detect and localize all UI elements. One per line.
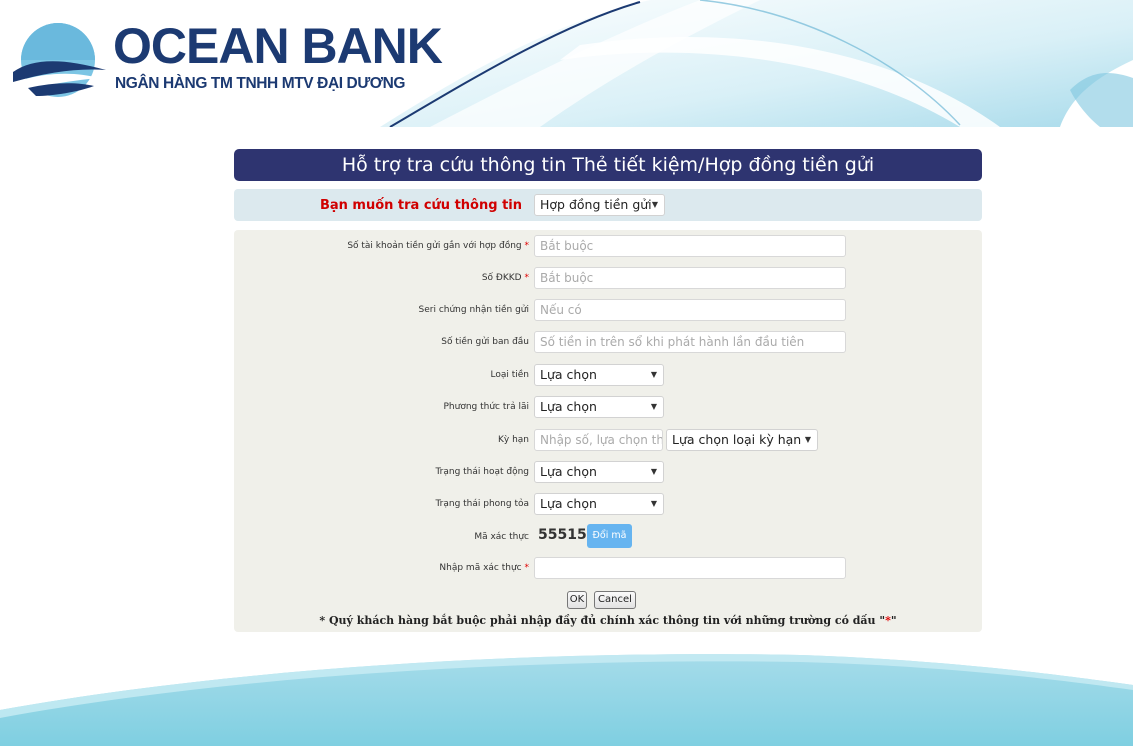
row-captcha: Mã xác thực 555156 Đổi mã [234,524,982,550]
term-label: Kỳ hạn [497,435,529,445]
interest-method-select[interactable]: Lựa chọn ▼ [534,396,664,418]
ok-button[interactable]: OK [567,591,587,609]
captcha-input-label: Nhập mã xác thực * [439,563,530,573]
chevron-down-icon: ▼ [650,499,657,508]
chevron-down-icon: ▼ [804,435,811,444]
currency-select[interactable]: Lựa chọn ▼ [534,364,664,386]
term-type-select[interactable]: Lựa chọn loại kỳ hạn ▼ [666,429,818,451]
activity-status-select[interactable]: Lựa chọn ▼ [534,461,664,483]
activity-status-label: Trạng thái hoạt động [435,467,529,477]
refresh-captcha-button[interactable]: Đổi mã [587,524,632,548]
initial-amount-label: Số tiền gửi ban đầu [441,337,529,347]
row-certificate-serial: Seri chứng nhận tiền gửi Nếu có [234,299,982,323]
row-initial-amount: Số tiền gửi ban đầu Số tiền in trên sổ k… [234,331,982,355]
row-account-number: Số tài khoản tiền gửi gắn với hợp đồng *… [234,235,982,259]
row-business-reg: Số ĐKKD * Bắt buộc [234,267,982,291]
lookup-type-label: Bạn muốn tra cứu thông tin [319,198,522,213]
currency-label: Loại tiền [490,370,529,380]
business-reg-label: Số ĐKKD * [481,273,530,283]
account-number-input[interactable]: Bắt buộc [534,235,846,257]
initial-amount-input[interactable]: Số tiền in trên sổ khi phát hành lần đầu… [534,331,846,353]
required-note: * Quý khách hàng bắt buộc phải nhập đầy … [319,614,897,627]
row-interest-method: Phương thức trả lãi Lựa chọn ▼ [234,396,982,420]
row-captcha-input: Nhập mã xác thực * [234,557,982,581]
certificate-serial-input[interactable]: Nếu có [534,299,846,321]
block-status-select[interactable]: Lựa chọn ▼ [534,493,664,515]
lookup-form: Số tài khoản tiền gửi gắn với hợp đồng *… [234,230,982,632]
brand-subtitle: NGÂN HÀNG TM TNHH MTV ĐẠI DƯƠNG [115,75,406,92]
row-block-status: Trạng thái phong tỏa Lựa chọn ▼ [234,493,982,517]
interest-method-label: Phương thức trả lãi [443,402,530,412]
certificate-serial-label: Seri chứng nhận tiền gửi [418,305,529,315]
cancel-button[interactable]: Cancel [594,591,636,609]
block-status-label: Trạng thái phong tỏa [435,499,529,509]
footer-wave-graphic [0,654,1133,746]
chevron-down-icon: ▼ [650,467,657,476]
page-title: Hỗ trợ tra cứu thông tin Thẻ tiết kiệm/H… [234,149,982,181]
required-mark: * [524,241,530,251]
lookup-type-select[interactable]: Hợp đồng tiền gửi ▼ [534,194,665,216]
ocean-bank-logo-icon [13,23,106,97]
required-mark: * [524,563,530,573]
lookup-type-band: Bạn muốn tra cứu thông tin Hợp đồng tiền… [234,189,982,221]
row-currency: Loại tiền Lựa chọn ▼ [234,364,982,388]
required-mark: * [524,273,530,283]
captcha-input[interactable] [534,557,846,579]
lookup-type-selected: Hợp đồng tiền gửi [540,197,652,212]
chevron-down-icon: ▼ [650,370,657,379]
business-reg-input[interactable]: Bắt buộc [534,267,846,289]
row-activity-status: Trạng thái hoạt động Lựa chọn ▼ [234,461,982,485]
chevron-down-icon: ▼ [650,402,657,411]
chevron-down-icon: ▼ [651,200,658,209]
captcha-label: Mã xác thực [474,532,529,542]
row-term: Kỳ hạn Nhập số, lựa chọn theo Lựa chọn l… [234,429,982,453]
header: OCEAN BANK NGÂN HÀNG TM TNHH MTV ĐẠI DƯƠ… [0,0,1133,127]
account-number-label: Số tài khoản tiền gửi gắn với hợp đồng * [347,241,530,251]
term-number-input[interactable]: Nhập số, lựa chọn theo [534,429,663,451]
brand-name: OCEAN BANK [113,18,443,74]
